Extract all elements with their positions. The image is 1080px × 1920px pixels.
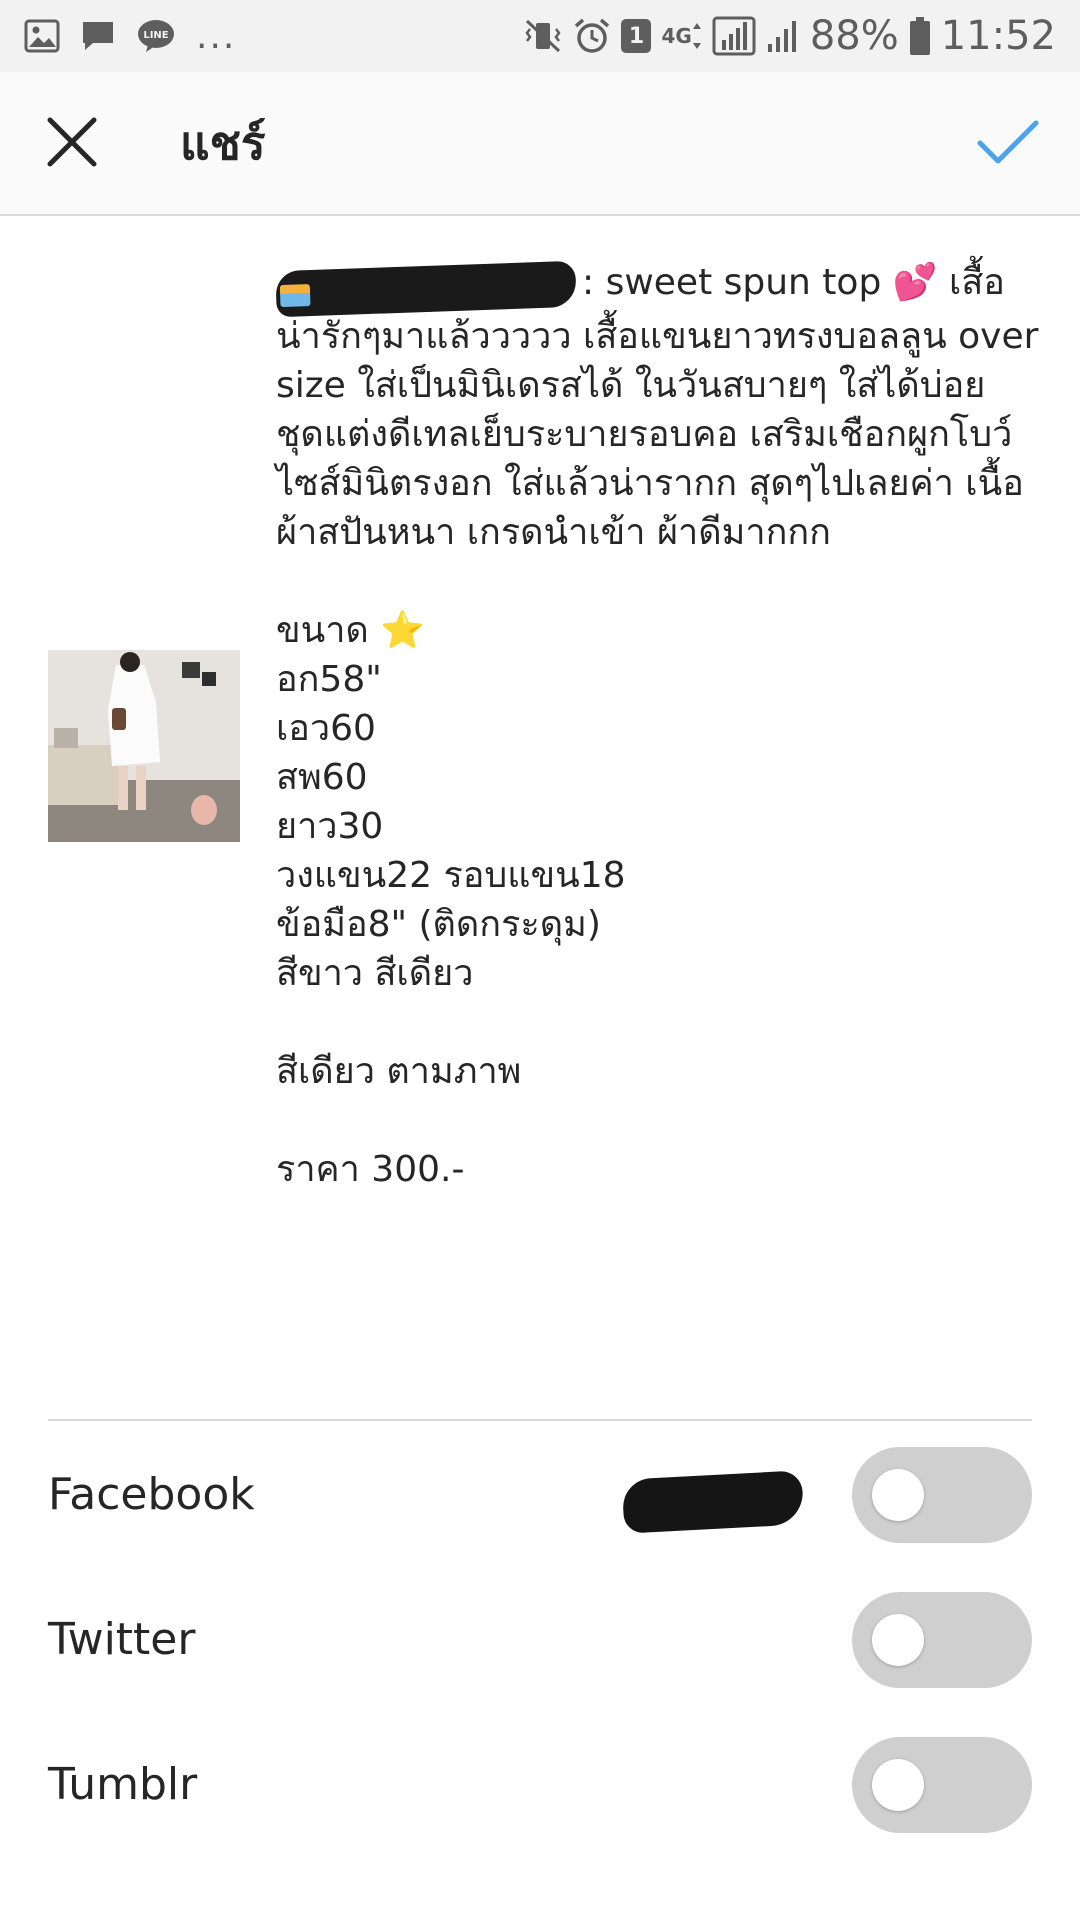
- share-header: แชร์: [0, 72, 1080, 216]
- network-type-label: 4G: [661, 24, 692, 48]
- share-row-facebook[interactable]: Facebook: [48, 1445, 1032, 1545]
- section-divider: [48, 1419, 1032, 1421]
- toggle-knob: [872, 1759, 924, 1811]
- battery-icon: [909, 16, 931, 56]
- redaction-mark: [275, 260, 577, 318]
- signal-secondary-icon: [766, 18, 800, 54]
- svg-text:LINE: LINE: [143, 30, 168, 41]
- network-type-icon: 4G: [661, 21, 701, 51]
- redaction-mark: [621, 1470, 805, 1534]
- post-thumbnail: [48, 650, 240, 842]
- gallery-icon: [24, 19, 60, 53]
- share-label-facebook: Facebook: [48, 1469, 255, 1520]
- checkmark-icon: [975, 117, 1041, 171]
- twitter-toggle[interactable]: [852, 1592, 1032, 1688]
- share-label-tumblr: Tumblr: [48, 1759, 198, 1810]
- caption-details-text: ขนาด ⭐ อก58" เอว60 สพ60 ยาว30 วงแขน22 รอ…: [276, 610, 626, 1190]
- alarm-icon: [573, 17, 611, 55]
- close-icon: [42, 112, 102, 176]
- close-button[interactable]: [30, 102, 114, 186]
- page-title: แชร์: [180, 116, 266, 170]
- line-icon: LINE: [136, 18, 176, 54]
- status-bar: LINE ... 1 4G 88% 11:52: [0, 0, 1080, 72]
- clock: 11:52: [940, 13, 1056, 59]
- share-row-twitter[interactable]: Twitter: [48, 1590, 1032, 1690]
- vibrate-mute-icon: [523, 17, 563, 55]
- facebook-toggle[interactable]: [852, 1447, 1032, 1543]
- sim-slot-badge: 1: [621, 19, 652, 53]
- tumblr-toggle[interactable]: [852, 1737, 1032, 1833]
- status-bar-system: 1 4G 88% 11:52: [523, 13, 1056, 59]
- battery-percent: 88%: [809, 13, 899, 59]
- post-caption: : sweet spun top 💕 เสื้อน่ารักๆมาแล้วววว…: [275, 258, 1040, 1194]
- overflow-notifications: ...: [196, 15, 237, 57]
- toggle-knob: [872, 1614, 924, 1666]
- status-bar-notifications: LINE ...: [24, 16, 236, 57]
- share-label-twitter: Twitter: [48, 1614, 196, 1665]
- share-confirm-button[interactable]: [966, 102, 1050, 186]
- signal-icon: [712, 16, 756, 56]
- share-row-tumblr[interactable]: Tumblr: [48, 1735, 1032, 1835]
- message-icon: [80, 19, 116, 53]
- toggle-knob: [872, 1469, 924, 1521]
